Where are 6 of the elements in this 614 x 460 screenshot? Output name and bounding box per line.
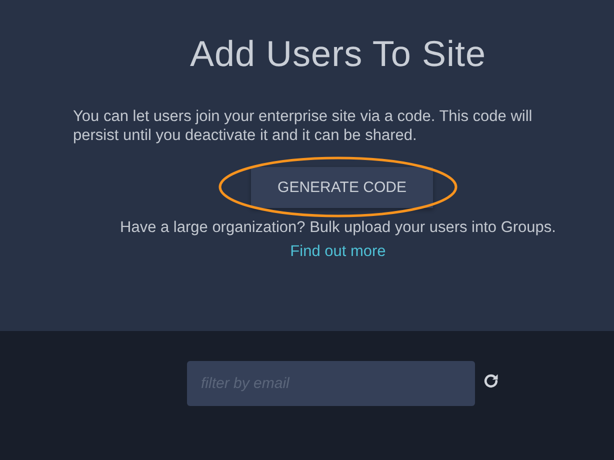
- refresh-icon[interactable]: [482, 372, 500, 390]
- description-text: You can let users join your enterprise site via a code. This code will persist until you deactivate it and it can be shared.: [73, 107, 534, 145]
- page-title: Add Users To Site: [190, 33, 486, 75]
- find-out-more-link[interactable]: Find out more: [290, 243, 386, 261]
- bulk-upload-text: Have a large organization? Bulk upload your users into Groups.: [120, 219, 556, 237]
- generate-code-button[interactable]: GENERATE CODE: [251, 166, 433, 208]
